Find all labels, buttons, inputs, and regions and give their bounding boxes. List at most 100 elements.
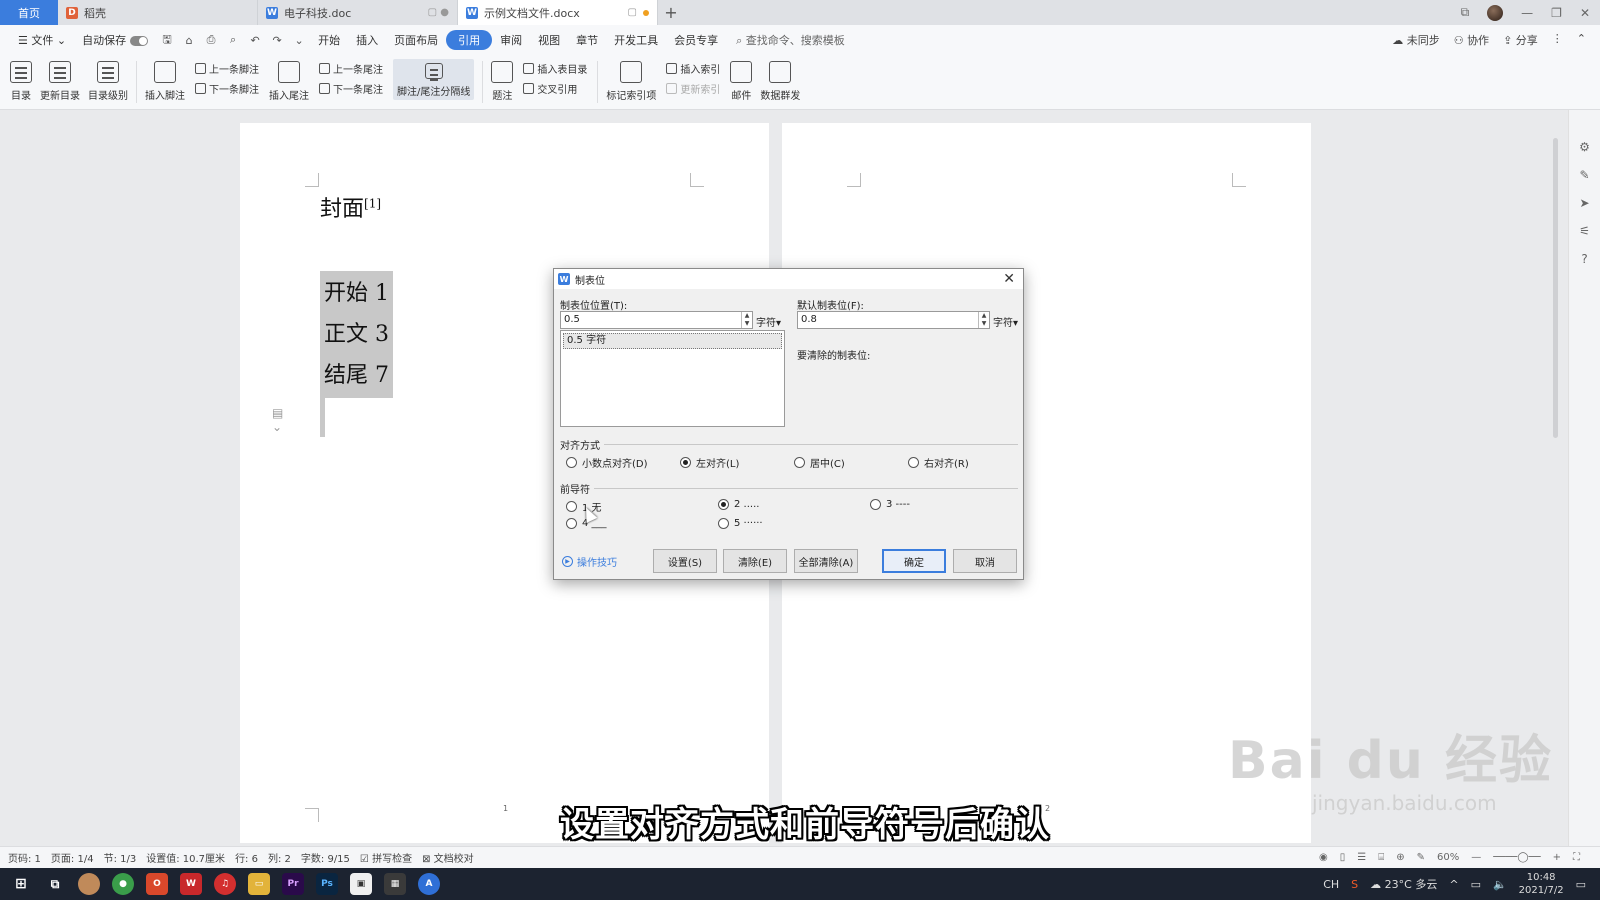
web-view-icon[interactable]: ⌸: [1378, 852, 1384, 863]
format-painter-icon[interactable]: ⌂: [178, 34, 200, 47]
toc-line[interactable]: 结尾 7: [324, 355, 389, 396]
paragraph-handle-icon[interactable]: ▤ ⌄: [272, 406, 292, 434]
file-menu[interactable]: ☰ 文件 ⌄: [10, 32, 74, 48]
toc-line[interactable]: 开始 1: [324, 273, 389, 314]
align-right-radio[interactable]: 右对齐(R): [908, 455, 969, 470]
wps-icon[interactable]: W: [180, 873, 202, 895]
status-page[interactable]: 页码: 1: [8, 850, 41, 865]
toc-level-button[interactable]: 目录级别: [88, 59, 128, 102]
clear-button[interactable]: 清除(E): [723, 549, 787, 573]
page-view-icon[interactable]: ▯: [1340, 852, 1346, 863]
status-section[interactable]: 节: 1/3: [104, 850, 137, 865]
more-options-icon[interactable]: ⋮: [1552, 32, 1563, 48]
select-cursor-icon[interactable]: ➤: [1579, 196, 1589, 210]
status-pages[interactable]: 页面: 1/4: [51, 850, 94, 865]
file-explorer-icon[interactable]: ▭: [248, 873, 270, 895]
style-panel-icon[interactable]: ⚙: [1579, 140, 1590, 154]
menu-section[interactable]: 章节: [568, 32, 606, 48]
set-button[interactable]: 设置(S): [653, 549, 717, 573]
eye-icon[interactable]: ◉: [1319, 852, 1328, 863]
restore-icon[interactable]: ❐: [1551, 6, 1562, 20]
zoom-out-icon[interactable]: —: [1471, 852, 1481, 863]
footnote-ref[interactable]: [1]: [364, 197, 381, 211]
globe-icon[interactable]: ⊕: [1396, 852, 1404, 863]
mail-button[interactable]: 邮件: [730, 59, 753, 102]
align-left-radio[interactable]: 左对齐(L): [680, 455, 739, 470]
help-icon[interactable]: ?: [1581, 252, 1587, 266]
office-icon[interactable]: O: [146, 873, 168, 895]
menu-layout[interactable]: 页面布局: [386, 32, 446, 48]
tips-link[interactable]: ▶ 操作技巧: [562, 554, 617, 569]
share-button[interactable]: ⇪ 分享: [1503, 32, 1538, 48]
toc-block[interactable]: 开始 1 正文 3 结尾 7: [320, 271, 393, 398]
tab-pos-input[interactable]: 0.5 ▲ ▼: [560, 311, 753, 329]
prev-endnote-button[interactable]: 上一条尾注: [319, 61, 383, 76]
zoom-in-icon[interactable]: +: [1553, 852, 1561, 863]
print-preview-icon[interactable]: ⌕: [222, 33, 244, 47]
insert-index-button[interactable]: 插入索引: [666, 61, 720, 76]
insert-endnote-button[interactable]: 插入尾注: [269, 59, 309, 102]
separator-button[interactable]: 脚注/尾注分隔线: [393, 59, 475, 100]
status-row[interactable]: 行: 6: [235, 850, 258, 865]
sogou-icon[interactable]: S: [1351, 878, 1358, 891]
zoom-level[interactable]: 60%: [1437, 852, 1459, 863]
close-icon[interactable]: ✕: [1003, 271, 1015, 287]
close-icon[interactable]: ▢ ●: [428, 7, 449, 18]
status-setting[interactable]: 设置值: 10.7厘米: [146, 850, 225, 865]
update-index-button[interactable]: 更新索引: [666, 81, 720, 96]
autosave-toggle[interactable]: 自动保存: [74, 32, 156, 48]
menu-devtools[interactable]: 开发工具: [606, 32, 666, 48]
photoshop-icon[interactable]: Ps: [316, 873, 338, 895]
unit-dropdown[interactable]: 字符▾: [756, 314, 781, 329]
list-item[interactable]: 0.5 字符: [563, 333, 782, 349]
tab-home[interactable]: 首页: [0, 0, 58, 25]
calculator-icon[interactable]: ▦: [384, 873, 406, 895]
network-icon[interactable]: ▭: [1471, 878, 1481, 891]
collapse-ribbon-icon[interactable]: ⌃: [1577, 32, 1586, 48]
fullscreen-icon[interactable]: ⛶: [1573, 852, 1580, 863]
menu-view[interactable]: 视图: [530, 32, 568, 48]
weather-widget[interactable]: ☁ 23°C 多云: [1370, 876, 1437, 892]
adjust-icon[interactable]: ⚟: [1579, 224, 1590, 238]
align-decimal-radio[interactable]: 小数点对齐(D): [566, 455, 648, 470]
align-center-radio[interactable]: 居中(C): [794, 455, 845, 470]
update-toc-button[interactable]: 更新目录: [40, 59, 80, 102]
prev-footnote-button[interactable]: 上一条脚注: [195, 61, 259, 76]
tab-daoke[interactable]: D 稻壳: [58, 0, 258, 25]
status-col[interactable]: 列: 2: [268, 850, 291, 865]
toc-button[interactable]: 目录: [10, 59, 32, 102]
doc-heading[interactable]: 封面[1]: [320, 191, 381, 223]
cancel-button[interactable]: 取消: [953, 549, 1017, 573]
leader-dashes-radio[interactable]: 3 ----: [870, 499, 910, 510]
redo-icon[interactable]: ↷: [266, 34, 288, 47]
new-tab-button[interactable]: +: [658, 0, 684, 25]
ok-button[interactable]: 确定: [882, 549, 946, 573]
menu-member[interactable]: 会员专享: [666, 32, 726, 48]
proofread-button[interactable]: ⊠ 文档校对: [422, 850, 474, 865]
insert-table-of-figures-button[interactable]: 插入表目录: [523, 61, 587, 76]
outline-view-icon[interactable]: ☰: [1357, 852, 1366, 863]
menu-insert[interactable]: 插入: [348, 32, 386, 48]
tab-stops-list[interactable]: 0.5 字符: [560, 330, 785, 427]
spell-check-button[interactable]: ☑ 拼写检查: [360, 850, 412, 865]
default-tab-input[interactable]: 0.8 ▲ ▼: [797, 311, 990, 329]
multiwindow-icon[interactable]: ⧉: [1461, 5, 1470, 20]
save-icon[interactable]: 🖫: [156, 31, 178, 50]
mark-entry-button[interactable]: 标记索引项: [606, 59, 656, 102]
leader-dots-radio[interactable]: 2 .....: [718, 499, 759, 510]
netease-music-icon[interactable]: ♫: [214, 873, 236, 895]
sync-button[interactable]: ☁ 未同步: [1392, 32, 1440, 48]
caption-button[interactable]: 题注: [491, 59, 514, 102]
avatar-app-icon[interactable]: [78, 873, 100, 895]
task-view-icon[interactable]: ⧉: [44, 873, 66, 895]
premiere-icon[interactable]: Pr: [282, 873, 304, 895]
volume-icon[interactable]: 🔈: [1493, 878, 1507, 891]
ime-indicator[interactable]: CH: [1323, 878, 1339, 891]
next-footnote-button[interactable]: 下一条脚注: [195, 81, 259, 96]
collab-button[interactable]: ⚇ 协作: [1454, 32, 1489, 48]
undo-icon[interactable]: ↶: [244, 34, 266, 47]
close-window-icon[interactable]: ✕: [1580, 6, 1590, 20]
zoom-slider[interactable]: ────◯──: [1493, 852, 1540, 863]
whiteboard-icon[interactable]: ▣: [350, 873, 372, 895]
tab-doc[interactable]: W 电子科技.doc ▢ ●: [258, 0, 458, 25]
